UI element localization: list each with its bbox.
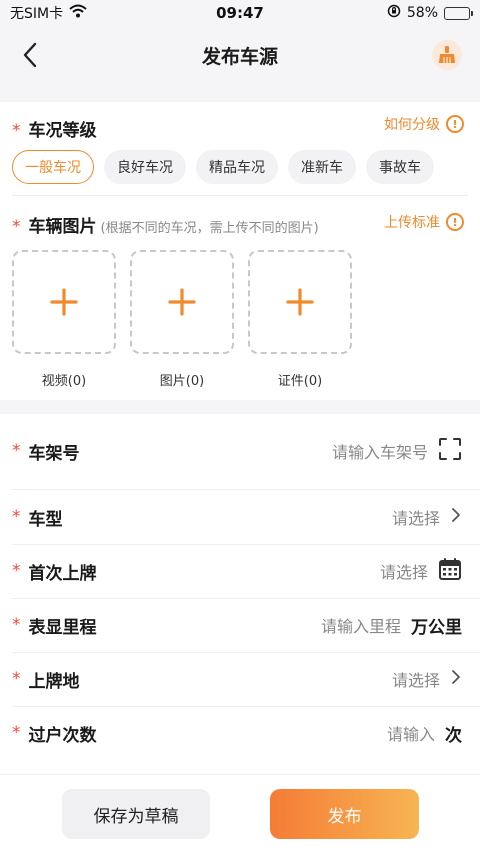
upload-slot-photo: 图片(0) — [130, 250, 234, 389]
model-select[interactable]: 请选择 — [392, 505, 440, 529]
photos-title: 车辆图片 — [28, 217, 97, 237]
condition-option[interactable]: 事故车 — [366, 150, 434, 184]
photos-hint: (根据不同的车况，需上传不同的图片) — [100, 221, 319, 236]
photos-heading: * 车辆图片 (根据不同的车况，需上传不同的图片) — [12, 212, 319, 237]
transfer-count-unit: 次 — [445, 725, 462, 746]
mileage-row[interactable]: * 表显里程 请输入里程 万公里 — [0, 598, 480, 652]
required-mark: * — [12, 561, 21, 581]
battery-icon — [444, 6, 473, 20]
first-registration-row[interactable]: * 首次上牌 请选择 — [0, 544, 480, 598]
orientation-lock-icon — [387, 4, 401, 22]
mileage-input[interactable]: 请输入里程 — [321, 613, 401, 637]
first-registration-label: 首次上牌 — [28, 563, 97, 584]
upload-slots: 视频(0) 图片(0) 证件(0) — [12, 250, 352, 389]
mileage-label: 表显里程 — [28, 617, 97, 638]
back-button[interactable] — [22, 40, 46, 70]
condition-help-link[interactable]: 如何分级 ! — [384, 114, 464, 134]
bottom-action-bar: 保存为草稿 发布 — [0, 774, 480, 853]
required-mark: * — [12, 441, 21, 461]
condition-option[interactable]: 准新车 — [288, 150, 356, 184]
page-title: 发布车源 — [201, 45, 278, 68]
vin-label: 车架号 — [28, 443, 80, 464]
mileage-unit: 万公里 — [411, 617, 462, 638]
scan-icon[interactable] — [438, 437, 462, 465]
calendar-icon[interactable] — [438, 557, 462, 585]
upload-label: 证件(0) — [277, 374, 323, 389]
status-bar: 无SIM卡 09:47 58% — [0, 0, 480, 26]
plus-icon — [50, 288, 78, 316]
condition-help-label: 如何分级 — [384, 117, 440, 133]
plus-icon — [168, 288, 196, 316]
required-mark: * — [12, 121, 21, 141]
upload-label: 视频(0) — [41, 374, 87, 389]
condition-heading: * 车况等级 — [12, 116, 97, 141]
upload-slot-document: 证件(0) — [248, 250, 352, 389]
transfer-count-input[interactable]: 请输入 — [387, 721, 435, 745]
exclamation-icon: ! — [446, 213, 464, 231]
transfer-count-row[interactable]: * 过户次数 请输入 次 — [0, 706, 480, 760]
chevron-right-icon — [450, 668, 462, 690]
upload-standard-label: 上传标准 — [384, 215, 440, 231]
broom-icon — [439, 46, 455, 63]
publish-button[interactable]: 发布 — [270, 789, 419, 839]
upload-slot-video: 视频(0) — [12, 250, 116, 389]
condition-options: 一般车况 良好车况 精品车况 准新车 事故车 — [12, 150, 434, 184]
battery-percent: 58% — [406, 5, 438, 21]
first-registration-select[interactable]: 请选择 — [380, 559, 428, 583]
upload-standard-link[interactable]: 上传标准 ! — [384, 212, 464, 232]
required-mark: * — [12, 615, 21, 635]
section-divider — [12, 195, 468, 196]
save-draft-button[interactable]: 保存为草稿 — [62, 789, 210, 839]
exclamation-icon: ! — [446, 115, 464, 133]
chevron-left-icon — [23, 42, 37, 68]
required-mark: * — [12, 669, 21, 689]
registration-place-label: 上牌地 — [28, 671, 80, 692]
chevron-right-icon — [450, 506, 462, 528]
condition-option[interactable]: 良好车况 — [104, 150, 186, 184]
condition-option[interactable]: 一般车况 — [12, 150, 94, 184]
upload-document-button[interactable] — [248, 250, 352, 354]
vehicle-info-form: * 车架号 请输入车架号 * 车型 请选择 * 首次上牌 请选择 * 表显里程 … — [0, 414, 480, 774]
model-row[interactable]: * 车型 请选择 — [0, 490, 480, 544]
registration-place-row[interactable]: * 上牌地 请选择 — [0, 652, 480, 706]
carrier-label: 无SIM卡 — [10, 6, 64, 22]
required-mark: * — [12, 507, 21, 527]
required-mark: * — [12, 217, 21, 237]
clear-button[interactable] — [432, 40, 462, 70]
transfer-count-label: 过户次数 — [28, 725, 97, 746]
registration-place-select[interactable]: 请选择 — [392, 667, 440, 691]
condition-and-photos-card: * 车况等级 如何分级 ! 一般车况 良好车况 精品车况 准新车 事故车 * 车… — [0, 102, 480, 400]
model-label: 车型 — [28, 509, 63, 530]
upload-video-button[interactable] — [12, 250, 116, 354]
condition-option[interactable]: 精品车况 — [196, 150, 278, 184]
plus-icon — [286, 288, 314, 316]
vin-input[interactable]: 请输入车架号 — [332, 439, 428, 463]
upload-label: 图片(0) — [159, 374, 205, 389]
vin-row[interactable]: * 车架号 请输入车架号 — [0, 424, 480, 478]
condition-title: 车况等级 — [28, 121, 97, 141]
nav-bar: 发布车源 — [0, 26, 480, 84]
wifi-icon — [69, 4, 87, 22]
upload-photo-button[interactable] — [130, 250, 234, 354]
required-mark: * — [12, 723, 21, 743]
